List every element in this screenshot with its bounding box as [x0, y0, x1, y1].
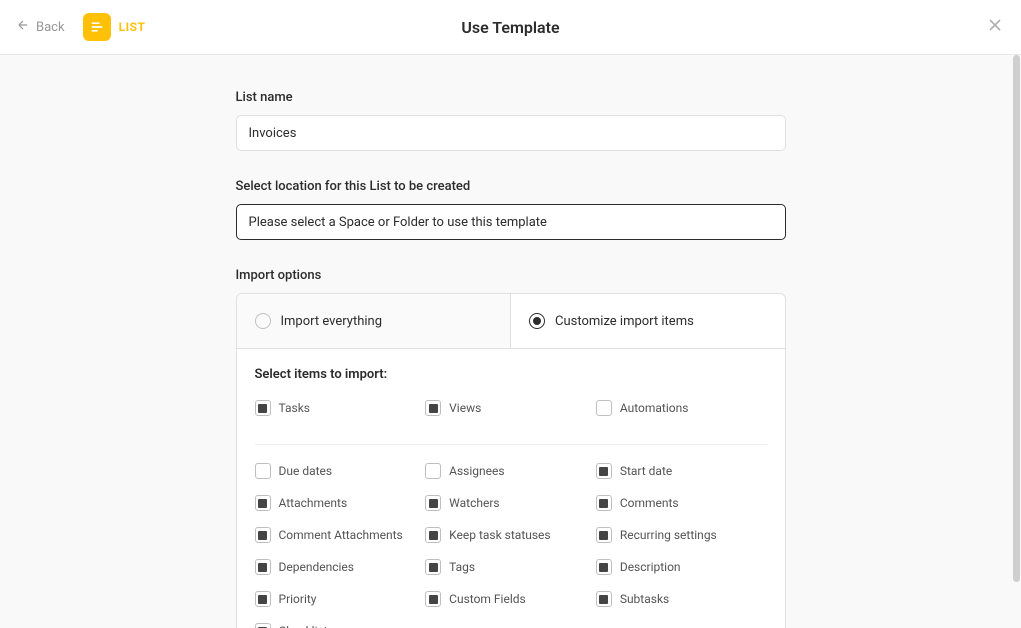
checkbox-icon	[255, 591, 271, 607]
import-item[interactable]: Comments	[596, 495, 767, 511]
import-item[interactable]: Tags	[425, 559, 596, 575]
import-items-secondary: Due dates Assignees Start date Attachments W…	[255, 463, 767, 628]
import-item[interactable]: Views	[425, 400, 596, 416]
template-type-badge: LIST	[83, 13, 146, 41]
checkbox-icon	[596, 463, 612, 479]
import-item[interactable]: Start date	[596, 463, 767, 479]
import-item-label: Start date	[620, 464, 672, 478]
import-options-group: Import options Import everything Customi…	[236, 268, 786, 628]
import-mode-customize[interactable]: Customize import items	[511, 294, 785, 348]
import-item[interactable]: Priority	[255, 591, 426, 607]
import-item[interactable]: Recurring settings	[596, 527, 767, 543]
checkbox-icon	[255, 623, 271, 628]
radio-icon	[255, 313, 271, 329]
import-item[interactable]: Assignees	[425, 463, 596, 479]
back-label: Back	[36, 20, 65, 35]
list-name-label: List name	[236, 90, 786, 105]
import-item-label: Tags	[449, 560, 475, 574]
checkbox-icon	[425, 400, 441, 416]
import-item-label: Comment Attachments	[279, 528, 403, 542]
arrow-left-icon	[16, 18, 30, 36]
checkbox-icon	[425, 527, 441, 543]
checkbox-icon	[425, 463, 441, 479]
radio-icon	[529, 313, 545, 329]
import-item[interactable]: Watchers	[425, 495, 596, 511]
close-button[interactable]	[985, 15, 1005, 39]
import-mode-everything-label: Import everything	[281, 314, 383, 329]
import-item-label: Keep task statuses	[449, 528, 550, 542]
page-title: Use Template	[461, 18, 559, 37]
import-item-label: Attachments	[279, 496, 348, 510]
import-item-label: Due dates	[279, 464, 333, 478]
back-button[interactable]: Back	[16, 18, 65, 36]
import-item-label: Watchers	[449, 496, 499, 510]
import-item-label: Subtasks	[620, 592, 669, 606]
import-options-label: Import options	[236, 268, 786, 283]
checkbox-icon	[255, 463, 271, 479]
import-items-panel: Select items to import: Tasks Views Automa…	[236, 349, 786, 628]
list-icon	[83, 13, 111, 41]
checkbox-icon	[425, 591, 441, 607]
import-item-label: Tasks	[279, 401, 311, 415]
scrollbar-thumb[interactable]	[1013, 55, 1020, 582]
import-item-label: Automations	[620, 401, 689, 415]
import-mode-toggle: Import everything Customize import items	[236, 293, 786, 349]
import-item[interactable]: Comment Attachments	[255, 527, 426, 543]
import-item-label: Description	[620, 560, 681, 574]
import-item[interactable]: Custom Fields	[425, 591, 596, 607]
modal-header: Back LIST Use Template	[0, 0, 1021, 55]
checkbox-icon	[596, 400, 612, 416]
location-label: Select location for this List to be crea…	[236, 179, 786, 194]
location-field-group: Select location for this List to be crea…	[236, 179, 786, 240]
list-name-field-group: List name	[236, 90, 786, 151]
import-items-primary: Tasks Views Automations	[255, 400, 767, 445]
close-icon	[985, 15, 1005, 39]
import-items-title: Select items to import:	[255, 367, 767, 382]
content-area: List name Select location for this List …	[0, 55, 1021, 628]
import-item-label: Views	[449, 401, 481, 415]
import-item-label: Priority	[279, 592, 317, 606]
checkbox-icon	[425, 495, 441, 511]
import-item[interactable]: Tasks	[255, 400, 426, 416]
import-item-label: Custom Fields	[449, 592, 526, 606]
location-placeholder: Please select a Space or Folder to use t…	[249, 215, 547, 230]
import-item[interactable]: Keep task statuses	[425, 527, 596, 543]
import-item[interactable]: Subtasks	[596, 591, 767, 607]
checkbox-icon	[255, 559, 271, 575]
checkbox-icon	[255, 527, 271, 543]
import-item[interactable]: Automations	[596, 400, 767, 416]
import-item[interactable]: Attachments	[255, 495, 426, 511]
import-mode-customize-label: Customize import items	[555, 314, 694, 329]
checkbox-icon	[255, 400, 271, 416]
checkbox-icon	[596, 559, 612, 575]
import-item[interactable]: Description	[596, 559, 767, 575]
import-item-label: Assignees	[449, 464, 504, 478]
location-select[interactable]: Please select a Space or Folder to use t…	[236, 204, 786, 240]
scrollbar[interactable]	[1012, 55, 1020, 628]
import-item-label: Recurring settings	[620, 528, 717, 542]
import-item-label: Dependencies	[279, 560, 354, 574]
import-mode-everything[interactable]: Import everything	[237, 294, 512, 348]
checkbox-icon	[425, 559, 441, 575]
import-item[interactable]: Due dates	[255, 463, 426, 479]
checkbox-icon	[596, 495, 612, 511]
checkbox-icon	[596, 527, 612, 543]
import-item-label: Comments	[620, 496, 679, 510]
list-name-input[interactable]	[236, 115, 786, 151]
import-item[interactable]: Checklists	[255, 623, 426, 628]
template-type-label: LIST	[119, 20, 146, 34]
checkbox-icon	[255, 495, 271, 511]
checkbox-icon	[596, 591, 612, 607]
import-item[interactable]: Dependencies	[255, 559, 426, 575]
import-item-label: Checklists	[279, 624, 334, 628]
